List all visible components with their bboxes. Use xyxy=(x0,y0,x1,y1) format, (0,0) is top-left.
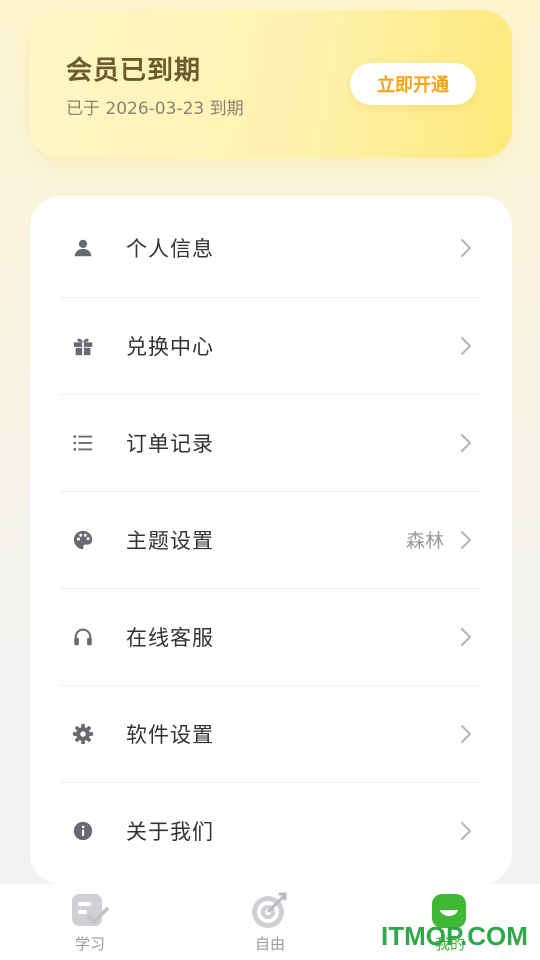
vip-status-card: 会员已到期 已于 2026-03-23 到期 立即开通 xyxy=(30,10,512,158)
chevron-right-icon xyxy=(458,724,474,744)
headphones-icon xyxy=(60,626,110,648)
current-theme-value: 森林 xyxy=(405,530,444,552)
chevron-right-icon xyxy=(458,821,474,841)
menu-item-support[interactable]: 在线客服 xyxy=(60,588,482,685)
chevron-right-icon xyxy=(458,336,474,356)
vip-status-title: 会员已到期 xyxy=(66,56,202,86)
study-icon xyxy=(71,893,109,933)
gear-icon xyxy=(60,723,110,745)
chevron-right-icon xyxy=(458,530,474,550)
menu-item-redeem[interactable]: 兑换中心 xyxy=(60,297,482,394)
chevron-right-icon xyxy=(458,433,474,453)
menu-item-label: 主题设置 xyxy=(126,528,214,553)
menu-item-label: 兑换中心 xyxy=(126,334,214,359)
settings-menu: 个人信息 兑换中心 订单记录 主题设置 森林 在线客服 软件设置 关于我们 xyxy=(30,196,512,884)
info-icon xyxy=(60,820,110,842)
menu-item-label: 在线客服 xyxy=(126,625,214,650)
site-watermark: ITMOP.COM xyxy=(381,921,528,951)
menu-item-label: 个人信息 xyxy=(126,236,214,261)
palette-icon xyxy=(60,529,110,551)
tab-study[interactable]: 学习 xyxy=(40,884,140,960)
chevron-right-icon xyxy=(458,627,474,647)
tab-free[interactable]: 自由 xyxy=(220,884,320,960)
menu-item-orders[interactable]: 订单记录 xyxy=(60,394,482,491)
tab-label: 自由 xyxy=(254,935,285,953)
gift-icon xyxy=(60,335,110,357)
menu-item-label: 订单记录 xyxy=(126,431,214,456)
menu-item-theme[interactable]: 主题设置 森林 xyxy=(60,491,482,588)
person-icon xyxy=(60,237,110,259)
menu-item-about[interactable]: 关于我们 xyxy=(60,782,482,879)
menu-item-profile[interactable]: 个人信息 xyxy=(60,199,482,296)
tab-label: 学习 xyxy=(74,935,105,953)
target-icon xyxy=(250,892,290,934)
menu-item-label: 软件设置 xyxy=(126,722,214,747)
vip-expiry-text: 已于 2026-03-23 到期 xyxy=(66,99,244,119)
activate-vip-button[interactable]: 立即开通 xyxy=(350,63,476,105)
menu-item-app-settings[interactable]: 软件设置 xyxy=(60,685,482,782)
menu-item-label: 关于我们 xyxy=(126,819,214,844)
list-icon xyxy=(60,432,110,454)
chevron-right-icon xyxy=(458,238,474,258)
